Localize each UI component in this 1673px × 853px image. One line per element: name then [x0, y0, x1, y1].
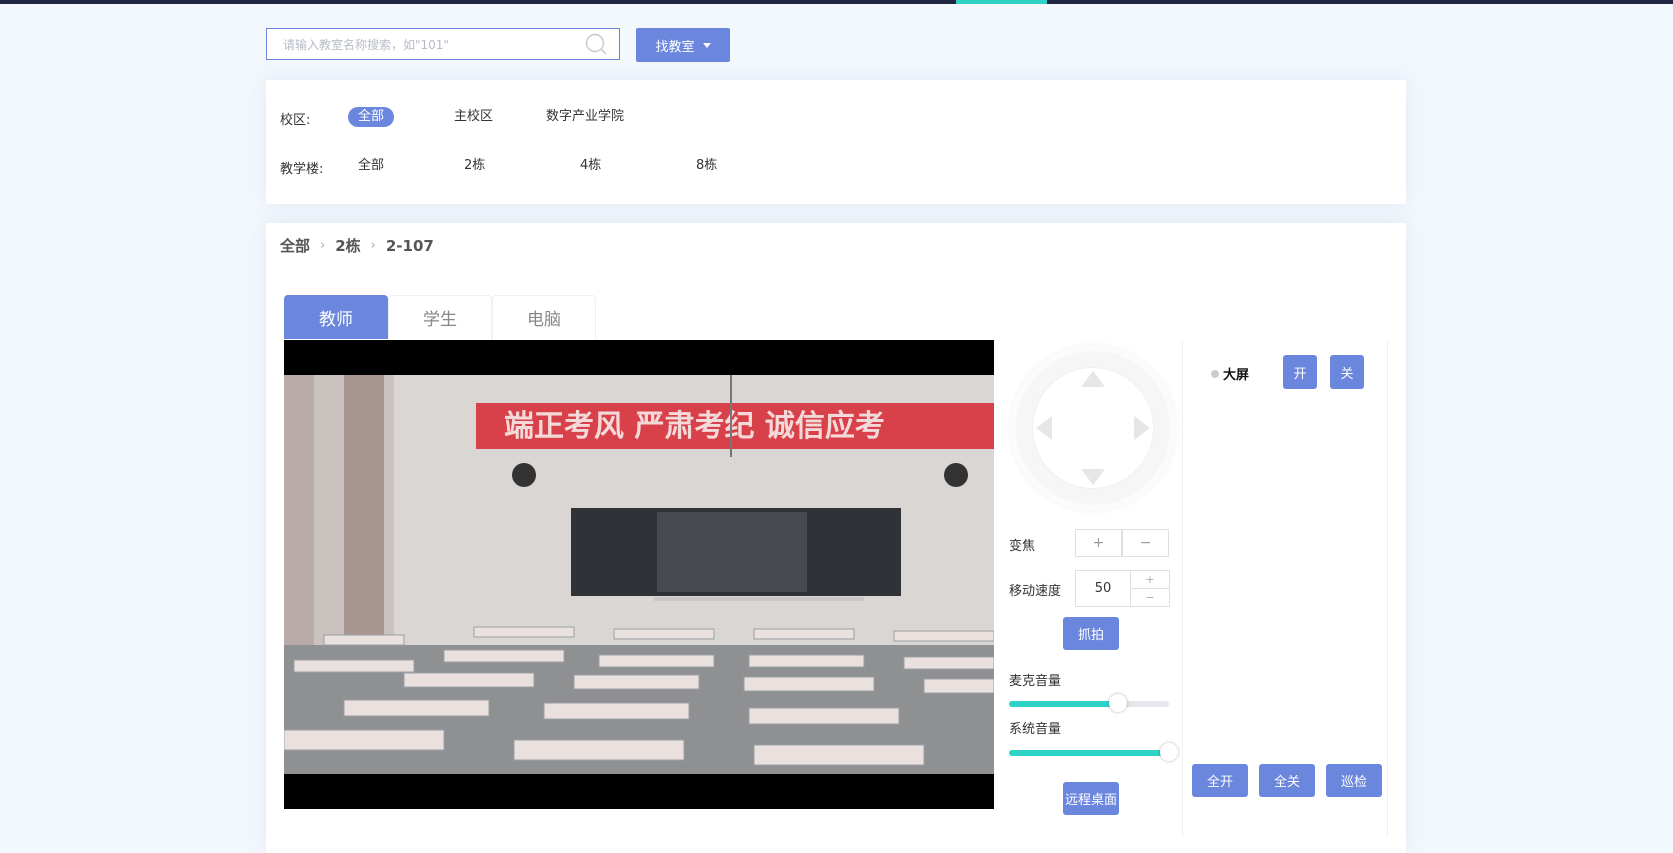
zoom-in-button[interactable]: +: [1075, 529, 1122, 557]
breadcrumb: 全部 › 2栋 › 2-107: [280, 235, 434, 256]
mic-volume-fill: [1009, 701, 1118, 707]
campus-option-digital[interactable]: 数字产业学院: [536, 107, 634, 127]
device-panel: 大屏 开 关 全开 全关 巡检: [1182, 340, 1388, 837]
system-volume-label: 系统音量: [1009, 722, 1062, 737]
search-input[interactable]: [281, 29, 575, 61]
arrow-down-icon[interactable]: [1081, 469, 1105, 485]
remote-desktop-button[interactable]: 远程桌面: [1063, 782, 1119, 815]
mic-volume-handle[interactable]: [1108, 694, 1127, 712]
building-label: 教学楼:: [280, 162, 324, 177]
breadcrumb-building[interactable]: 2栋: [335, 235, 360, 256]
tab-computer[interactable]: 电脑: [492, 295, 596, 339]
classroom-camera-image: 端正考风 严肃考纪 诚信应考: [284, 375, 994, 774]
chevron-right-icon: ›: [370, 238, 376, 253]
big-screen-label: 大屏: [1223, 368, 1250, 383]
find-classroom-label: 找教室: [655, 39, 695, 55]
filter-card: 校区: 全部 主校区 数字产业学院 教学楼: 全部 2栋 4栋 8栋: [266, 80, 1406, 204]
mic-volume-label: 麦克音量: [1009, 674, 1062, 689]
search-icon[interactable]: [585, 33, 607, 55]
building-option-2[interactable]: 2栋: [454, 156, 495, 176]
campus-option-main[interactable]: 主校区: [444, 107, 503, 127]
campus-label: 校区:: [280, 113, 311, 128]
find-classroom-button[interactable]: 找教室: [636, 28, 730, 62]
zoom-out-button[interactable]: −: [1122, 529, 1169, 557]
top-bar: [0, 0, 1673, 4]
building-option-8[interactable]: 8栋: [686, 156, 727, 176]
caret-down-icon: [702, 42, 711, 48]
tab-student[interactable]: 学生: [388, 295, 492, 339]
status-dot: [1211, 370, 1219, 378]
chevron-right-icon: ›: [320, 238, 326, 253]
campus-option-all[interactable]: 全部: [348, 107, 395, 127]
search-box[interactable]: [266, 28, 620, 61]
all-on-button[interactable]: 全开: [1192, 764, 1248, 797]
zoom-label: 变焦: [1009, 539, 1036, 554]
classroom-panel: 全部 › 2栋 › 2-107 教师 学生 电脑 端正考风 严肃考纪 诚信应考: [266, 223, 1406, 853]
top-bar-accent: [956, 0, 1047, 4]
breadcrumb-room: 2-107: [385, 236, 434, 255]
speed-stepper[interactable]: 50 + −: [1075, 570, 1170, 607]
building-option-all[interactable]: 全部: [348, 156, 394, 176]
speed-label: 移动速度: [1009, 584, 1062, 599]
ptz-control: [1010, 345, 1176, 511]
speed-increase-button[interactable]: +: [1131, 571, 1169, 589]
screen-on-button[interactable]: 开: [1283, 355, 1317, 389]
camera-video[interactable]: 端正考风 严肃考纪 诚信应考: [284, 340, 994, 809]
breadcrumb-all[interactable]: 全部: [280, 235, 310, 256]
arrow-left-icon[interactable]: [1036, 416, 1052, 440]
system-volume-fill: [1009, 750, 1169, 756]
screen-off-button[interactable]: 关: [1330, 355, 1364, 389]
banner-text: 端正考风 严肃考纪 诚信应考: [504, 409, 885, 444]
all-off-button[interactable]: 全关: [1259, 764, 1315, 797]
arrow-up-icon[interactable]: [1081, 371, 1105, 387]
speed-decrease-button[interactable]: −: [1131, 589, 1169, 606]
mic-volume-slider[interactable]: [1009, 694, 1169, 712]
system-volume-slider[interactable]: [1009, 743, 1178, 761]
system-volume-handle[interactable]: [1160, 743, 1178, 761]
building-option-4[interactable]: 4栋: [570, 156, 611, 176]
speed-value[interactable]: 50: [1076, 571, 1131, 606]
arrow-right-icon[interactable]: [1134, 416, 1150, 440]
tab-teacher[interactable]: 教师: [284, 295, 388, 339]
patrol-button[interactable]: 巡检: [1326, 764, 1382, 797]
snapshot-button[interactable]: 抓拍: [1063, 617, 1119, 650]
